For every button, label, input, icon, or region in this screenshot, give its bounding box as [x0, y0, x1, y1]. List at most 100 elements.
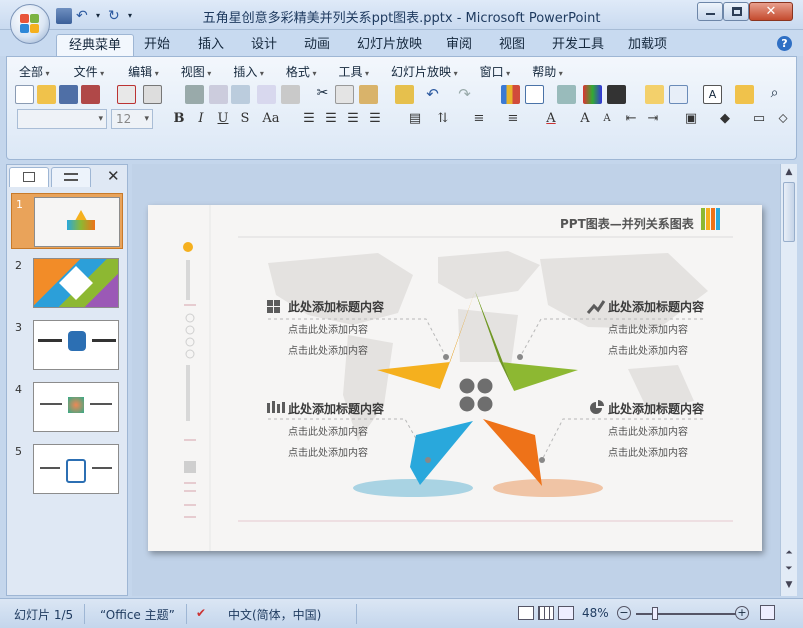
- search-icon[interactable]: ⌕: [765, 85, 784, 104]
- shapes-icon[interactable]: ◆: [715, 109, 735, 129]
- email-icon[interactable]: [117, 85, 136, 104]
- tab-insert[interactable]: 插入: [186, 34, 236, 56]
- scroll-up-icon[interactable]: ▲: [782, 165, 796, 179]
- menu-tools[interactable]: 工具: [332, 63, 375, 81]
- zoom-slider-thumb[interactable]: [652, 607, 658, 620]
- shape-outline-icon[interactable]: ⬦: [773, 109, 793, 129]
- copy-icon[interactable]: [335, 85, 354, 104]
- align-left-icon[interactable]: ☰: [299, 109, 319, 129]
- strikethrough-button[interactable]: S: [235, 109, 255, 129]
- tab-developer[interactable]: 开发工具: [540, 34, 616, 56]
- paste-icon[interactable]: [359, 85, 378, 104]
- content-block-top-right[interactable]: 此处添加标题内容 点击此处添加内容 点击此处添加内容: [608, 298, 704, 357]
- print-icon[interactable]: [185, 85, 204, 104]
- tab-addins[interactable]: 加载项: [616, 34, 679, 56]
- slide-thumbnail-2[interactable]: 2: [11, 255, 123, 311]
- slide-thumbnail-3[interactable]: 3: [11, 317, 123, 373]
- chart-icon[interactable]: [501, 85, 520, 104]
- vertical-scrollbar[interactable]: ▲ ⏶ ⏷ ▼: [780, 164, 797, 596]
- font-color-icon[interactable]: A: [541, 109, 561, 129]
- print-preview-icon[interactable]: [209, 85, 228, 104]
- shrink-font-icon[interactable]: A: [597, 109, 617, 129]
- menu-slideshow[interactable]: 幻灯片放映: [385, 63, 464, 81]
- content-block-top-left[interactable]: 此处添加标题内容 点击此处添加内容 点击此处添加内容: [288, 298, 384, 357]
- undo-icon[interactable]: ↶: [423, 85, 442, 104]
- office-button[interactable]: [10, 4, 50, 44]
- new-icon[interactable]: [15, 85, 34, 104]
- slide-header-title[interactable]: PPT图表—并列关系图表: [560, 215, 694, 232]
- clipart-icon[interactable]: [557, 85, 576, 104]
- pdf-icon[interactable]: [143, 85, 162, 104]
- change-case-button[interactable]: Aa: [257, 109, 285, 129]
- tab-animation[interactable]: 动画: [292, 34, 342, 56]
- cut-icon[interactable]: ✂: [313, 85, 332, 104]
- menu-format[interactable]: 格式: [280, 63, 323, 81]
- language-status[interactable]: 中文(简体，中国): [228, 606, 321, 623]
- align-center-icon[interactable]: ☰: [321, 109, 341, 129]
- indent-decrease-icon[interactable]: ⇤: [621, 109, 641, 129]
- layout-icon[interactable]: [231, 85, 250, 104]
- numbering-icon[interactable]: ≡: [469, 109, 489, 129]
- tab-slideshow[interactable]: 幻灯片放映: [345, 34, 434, 56]
- previous-slide-icon[interactable]: ⏶: [782, 546, 796, 560]
- theme-name[interactable]: “Office 主题”: [100, 606, 175, 623]
- font-size-select[interactable]: 12: [111, 109, 153, 129]
- open-icon[interactable]: [37, 85, 56, 104]
- format-painter-icon[interactable]: [395, 85, 414, 104]
- shape-fill-icon[interactable]: ▭: [749, 109, 769, 129]
- underline-button[interactable]: U: [213, 109, 233, 129]
- grow-font-icon[interactable]: A: [575, 109, 595, 129]
- justify-icon[interactable]: ☰: [365, 109, 385, 129]
- zoom-out-icon[interactable]: −: [617, 606, 631, 620]
- italic-button[interactable]: I: [191, 109, 211, 129]
- bold-button[interactable]: B: [169, 109, 189, 129]
- zoom-in-icon[interactable]: +: [735, 606, 749, 620]
- fit-to-window-icon[interactable]: [760, 605, 775, 620]
- restore-button[interactable]: [723, 2, 749, 21]
- close-window-button[interactable]: ✕: [749, 2, 793, 21]
- slides-tab[interactable]: [9, 167, 49, 187]
- menu-view[interactable]: 视图: [175, 63, 218, 81]
- table-icon[interactable]: [525, 85, 544, 104]
- outline-tab[interactable]: [51, 167, 91, 187]
- layout-slide-icon[interactable]: [669, 85, 688, 104]
- folder-icon[interactable]: [735, 85, 754, 104]
- spelling-icon[interactable]: [257, 85, 276, 104]
- menu-insert[interactable]: 插入: [227, 63, 270, 81]
- tab-review[interactable]: 审阅: [434, 34, 484, 56]
- scroll-down-icon[interactable]: ▼: [782, 578, 796, 592]
- menu-all[interactable]: 全部: [13, 63, 56, 81]
- slide-1[interactable]: PPT图表—并列关系图表 此处添加标题内容 点击此处添加内容 点击此处添加内容 …: [148, 205, 762, 551]
- menu-file[interactable]: 文件: [68, 63, 111, 81]
- font-name-select[interactable]: [17, 109, 107, 129]
- menu-window[interactable]: 窗口: [474, 63, 517, 81]
- slide-thumbnail-4[interactable]: 4: [11, 379, 123, 435]
- color-icon[interactable]: [583, 85, 602, 104]
- new-slide-icon[interactable]: [645, 85, 664, 104]
- next-slide-icon[interactable]: ⏷: [782, 562, 796, 576]
- slide-sorter-icon[interactable]: [538, 606, 554, 620]
- spelling-status-icon[interactable]: ✔: [196, 606, 206, 620]
- align-right-icon[interactable]: ☰: [343, 109, 363, 129]
- content-block-bottom-right[interactable]: 此处添加标题内容 点击此处添加内容 点击此处添加内容: [608, 400, 704, 459]
- tab-home[interactable]: 开始: [132, 34, 182, 56]
- tab-view[interactable]: 视图: [487, 34, 537, 56]
- bullets-icon[interactable]: ≡: [503, 109, 523, 129]
- textbox-icon[interactable]: A: [703, 85, 722, 104]
- arrange-icon[interactable]: ▣: [681, 109, 701, 129]
- redo-icon[interactable]: ↷: [455, 85, 474, 104]
- tab-design[interactable]: 设计: [239, 34, 289, 56]
- scroll-thumb[interactable]: [783, 182, 795, 242]
- zoom-level[interactable]: 48%: [582, 606, 609, 620]
- slide-thumbnail-5[interactable]: 5: [11, 441, 123, 497]
- normal-view-icon[interactable]: [518, 606, 534, 620]
- grayscale-icon[interactable]: [607, 85, 626, 104]
- content-block-bottom-left[interactable]: 此处添加标题内容 点击此处添加内容 点击此处添加内容: [288, 400, 384, 459]
- close-panel-icon[interactable]: ✕: [107, 167, 120, 185]
- indent-increase-icon[interactable]: ⇥: [643, 109, 663, 129]
- slideshow-view-icon[interactable]: [558, 606, 574, 620]
- text-direction-icon[interactable]: ⇅: [433, 109, 453, 129]
- help-icon[interactable]: ?: [777, 36, 792, 51]
- research-icon[interactable]: [281, 85, 300, 104]
- permission-icon[interactable]: [81, 85, 100, 104]
